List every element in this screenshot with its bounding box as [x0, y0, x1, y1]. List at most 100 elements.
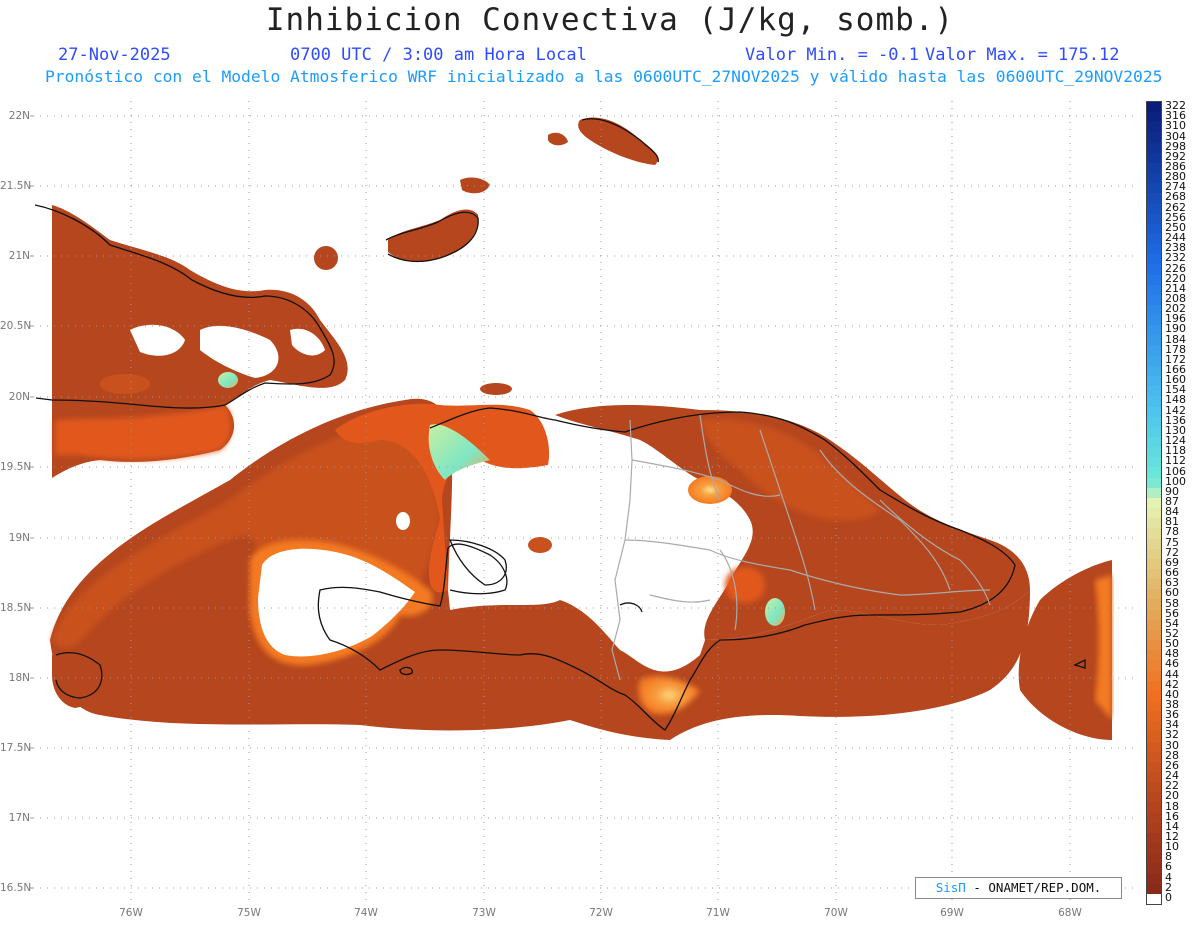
- colorbar-swatch: [1147, 822, 1161, 834]
- colorbar-swatch: [1147, 670, 1161, 682]
- colorbar-swatch: [1147, 690, 1161, 702]
- colorbar-swatch: [1147, 426, 1161, 438]
- colorbar-swatch: [1147, 457, 1161, 468]
- lat-label-17n: 17N: [8, 812, 30, 824]
- colorbar: [1146, 101, 1162, 905]
- colorbar-swatch: [1147, 162, 1161, 174]
- colorbar-swatch: [1147, 579, 1161, 590]
- colorbar-swatch: [1147, 203, 1161, 215]
- colorbar-swatch: [1147, 518, 1161, 529]
- colorbar-swatch: [1147, 447, 1161, 458]
- colorbar-swatch: [1147, 599, 1161, 611]
- colorbar-swatch: [1147, 244, 1161, 255]
- lon-label-70w: 70W: [824, 907, 848, 919]
- colorbar-swatch: [1147, 183, 1161, 194]
- colorbar-swatch: [1147, 873, 1161, 885]
- colorbar-swatch: [1147, 792, 1161, 803]
- colorbar-swatch: [1147, 883, 1161, 895]
- lat-label-18n: 18N: [8, 672, 30, 684]
- colorbar-swatch: [1147, 680, 1161, 692]
- colorbar-swatch: [1147, 700, 1161, 712]
- colorbar-swatch: [1147, 853, 1161, 864]
- colorbar-swatch: [1147, 294, 1161, 306]
- colorbar-swatch: [1147, 305, 1161, 316]
- colorbar-swatch: [1147, 193, 1161, 204]
- colorbar-swatch: [1147, 558, 1161, 570]
- colorbar-swatch: [1147, 437, 1161, 448]
- colorbar-label: 0: [1165, 890, 1172, 904]
- colorbar-swatch: [1147, 497, 1161, 509]
- colorbar-swatch: [1147, 772, 1161, 783]
- colorbar-swatch: [1147, 406, 1161, 418]
- colorbar-swatch: [1147, 812, 1161, 824]
- lon-label-76w: 76W: [119, 907, 143, 919]
- colorbar-swatch: [1147, 233, 1161, 245]
- lat-label-19n: 19N: [8, 532, 30, 544]
- colorbar-swatch: [1147, 132, 1161, 144]
- colorbar-swatch: [1147, 802, 1161, 814]
- colorbar-swatch: [1147, 640, 1161, 651]
- colorbar-swatch: [1147, 386, 1161, 397]
- colorbar-swatch: [1147, 721, 1161, 732]
- colorbar-swatch: [1147, 568, 1161, 580]
- colorbar-swatch: [1147, 416, 1161, 428]
- colorbar-swatch: [1147, 274, 1161, 286]
- colorbar-swatch: [1147, 284, 1161, 296]
- colorbar-swatch: [1147, 761, 1161, 773]
- lon-label-72w: 72W: [589, 907, 613, 919]
- colorbar-swatch: [1147, 355, 1161, 367]
- colorbar-swatch: [1147, 893, 1161, 905]
- colorbar-swatch: [1147, 548, 1161, 560]
- colorbar-swatch: [1147, 376, 1161, 387]
- credit-box: SisΠ - ONAMET/REP.DOM.: [915, 877, 1122, 899]
- lat-label-16-5n: 16.5N: [0, 882, 32, 894]
- colorbar-swatch: [1147, 609, 1161, 621]
- colorbar-swatch: [1147, 254, 1161, 265]
- lat-label-17-5n: 17.5N: [0, 742, 32, 754]
- colorbar-swatch: [1147, 538, 1161, 550]
- colorbar-swatch: [1147, 335, 1161, 347]
- lat-label-19-5n: 19.5N: [0, 461, 32, 473]
- axis-ticks: [30, 115, 33, 889]
- colorbar-swatch: [1147, 782, 1161, 793]
- lat-label-18-5n: 18.5N: [0, 602, 32, 614]
- colorbar-swatch: [1147, 832, 1161, 844]
- lat-label-22n: 22N: [8, 110, 30, 122]
- colorbar-swatch: [1147, 173, 1161, 184]
- colorbar-swatch: [1147, 863, 1161, 875]
- lon-label-74w: 74W: [354, 907, 378, 919]
- colorbar-swatch: [1147, 102, 1161, 113]
- colorbar-swatch: [1147, 213, 1161, 225]
- colorbar-swatch: [1147, 508, 1161, 519]
- lat-label-21n: 21N: [8, 250, 30, 262]
- colorbar-swatch: [1147, 528, 1161, 540]
- forecast-map: [30, 101, 1136, 903]
- colorbar-swatch: [1147, 142, 1161, 154]
- lon-label-73w: 73W: [472, 907, 496, 919]
- colorbar-swatch: [1147, 619, 1161, 631]
- colorbar-swatch: [1147, 345, 1161, 357]
- colorbar-swatch: [1147, 396, 1161, 408]
- colorbar-swatch: [1147, 223, 1161, 235]
- colorbar-swatch: [1147, 112, 1161, 123]
- colorbar-swatch: [1147, 264, 1161, 276]
- colorbar-swatch: [1147, 325, 1161, 336]
- colorbar-swatch: [1147, 477, 1161, 489]
- colorbar-swatch: [1147, 741, 1161, 753]
- colorbar-swatch: [1147, 589, 1161, 600]
- colorbar-swatch: [1147, 731, 1161, 743]
- lon-label-69w: 69W: [940, 907, 964, 919]
- colorbar-swatch: [1147, 365, 1161, 377]
- colorbar-swatch: [1147, 467, 1161, 479]
- colorbar-swatch: [1147, 152, 1161, 164]
- lon-label-71w: 71W: [706, 907, 730, 919]
- colorbar-swatch: [1147, 315, 1161, 326]
- colorbar-swatch: [1147, 751, 1161, 763]
- lat-label-20-5n: 20.5N: [0, 320, 32, 332]
- colorbar-swatch: [1147, 843, 1161, 854]
- colorbar-swatch: [1147, 487, 1161, 499]
- colorbar-swatch: [1147, 629, 1161, 641]
- credit-text: - ONAMET/REP.DOM.: [965, 880, 1102, 895]
- lat-label-21-5n: 21.5N: [0, 180, 32, 192]
- colorbar-swatch: [1147, 660, 1161, 671]
